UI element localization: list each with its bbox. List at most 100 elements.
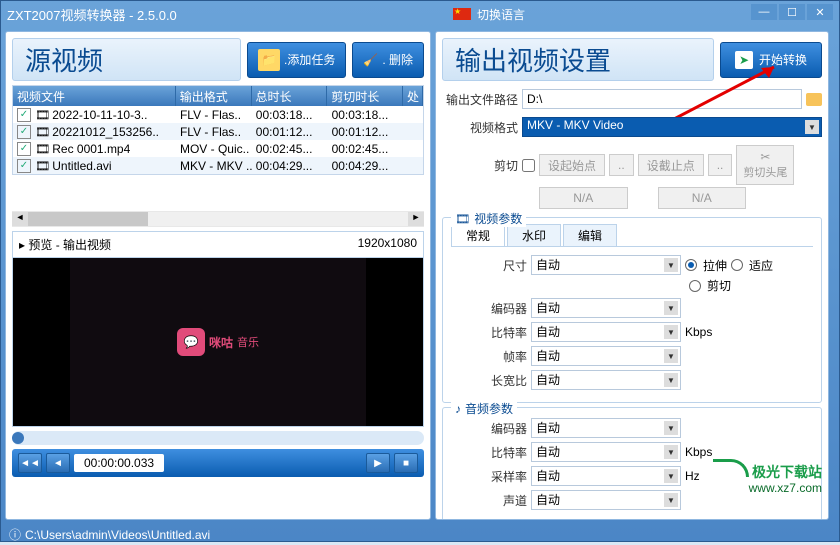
language-switch[interactable]: 切换语言	[453, 6, 525, 23]
source-video-panel: 源视频 📁 .添加任务 🧹 . 删除 视频文件 输出格式 总时长 剪切时长 处	[5, 31, 431, 520]
stretch-radio[interactable]	[685, 259, 697, 271]
row-checkbox[interactable]: ✓	[17, 142, 31, 156]
encoder-label: 编码器	[451, 300, 527, 317]
video-params-group: 🎞视频参数 常规 水印 编辑 尺寸 自动▼ 拉伸 适应 剪切 编码器自动▼ 比特…	[442, 217, 822, 403]
table-row[interactable]: ✓🎞 20221012_153256..FLV - Flas..00:01:12…	[13, 123, 423, 140]
dots2[interactable]: ..	[708, 154, 733, 176]
browse-folder-icon[interactable]	[806, 93, 822, 106]
scissors-icon: ✂	[760, 150, 770, 164]
video-format-select[interactable]: MKV - MKV Video ▼	[522, 117, 822, 137]
stop-button[interactable]: ■	[394, 453, 418, 473]
crop-radio[interactable]	[689, 280, 701, 292]
add-task-label: .添加任务	[284, 51, 335, 68]
fit-radio[interactable]	[731, 259, 743, 271]
titlebar: ZXT2007视频转换器 - 2.5.0.0 切换语言 — ☐ ✕	[1, 1, 839, 27]
table-row[interactable]: ✓🎞 Untitled.aviMKV - MKV ..00:04:29...00…	[13, 157, 423, 174]
preview-resolution: 1920x1080	[358, 236, 417, 253]
film-icon: 🎞	[35, 142, 50, 156]
tab-edit[interactable]: 编辑	[563, 224, 617, 246]
player-controls: ◄◄ ◄ 00:00:00.033 ▶ ■	[12, 449, 424, 477]
col-duration[interactable]: 总时长	[252, 86, 328, 106]
col-cut[interactable]: 剪切时长	[327, 86, 403, 106]
folder-plus-icon: 📁	[258, 49, 280, 71]
cut-checkbox[interactable]	[522, 159, 535, 172]
dots1[interactable]: ..	[609, 154, 634, 176]
output-title: 输出视频设置	[442, 38, 714, 81]
sample-select[interactable]: 自动▼	[531, 466, 681, 486]
col-file[interactable]: 视频文件	[13, 86, 176, 106]
col-proc[interactable]: 处	[403, 86, 423, 106]
a-bitrate-select[interactable]: 自动▼	[531, 442, 681, 462]
bitrate-label: 比特率	[451, 324, 527, 341]
start-na: N/A	[539, 187, 628, 209]
app-title: ZXT2007视频转换器 - 2.5.0.0	[7, 5, 177, 24]
note-icon: ♪	[455, 402, 461, 416]
convert-icon: ➤	[735, 51, 753, 69]
horizontal-scrollbar[interactable]: ◄ ►	[12, 211, 424, 227]
aspect-label: 长宽比	[451, 372, 527, 389]
fps-select[interactable]: 自动▼	[531, 346, 681, 366]
chevron-down-icon: ▼	[805, 120, 819, 134]
film-icon: 🎞	[35, 125, 50, 139]
out-path-input[interactable]	[522, 89, 802, 109]
source-title: 源视频	[12, 38, 241, 81]
out-path-label: 输出文件路径	[442, 91, 518, 108]
size-label: 尺寸	[451, 257, 527, 274]
set-start-button[interactable]: 设起始点	[539, 154, 605, 176]
a-encoder-label: 编码器	[451, 420, 527, 437]
col-format[interactable]: 输出格式	[176, 86, 252, 106]
a-bitrate-label: 比特率	[451, 444, 527, 461]
channel-label: 声道	[451, 492, 527, 509]
scroll-right-arrow[interactable]: ►	[408, 212, 424, 226]
seek-thumb[interactable]	[12, 432, 24, 444]
encoder-select[interactable]: 自动▼	[531, 298, 681, 318]
scroll-thumb[interactable]	[28, 212, 148, 226]
close-button[interactable]: ✕	[807, 4, 833, 20]
fps-label: 帧率	[451, 348, 527, 365]
bitrate-select[interactable]: 自动▼	[531, 322, 681, 342]
cut-ends-button[interactable]: ✂ 剪切头尾	[736, 145, 794, 185]
add-task-button[interactable]: 📁 .添加任务	[247, 42, 346, 78]
play-button[interactable]: ▶	[366, 453, 390, 473]
broom-icon: 🧹	[363, 53, 378, 67]
aspect-select[interactable]: 自动▼	[531, 370, 681, 390]
set-end-button[interactable]: 设截止点	[638, 154, 704, 176]
cut-label: 剪切	[442, 157, 518, 174]
delete-label: . 删除	[382, 51, 413, 68]
seek-bar[interactable]	[12, 431, 424, 445]
status-path: C:\Users\admin\Videos\Untitled.avi	[25, 528, 210, 542]
table-row[interactable]: ✓🎞 Rec 0001.mp4MOV - Quic..00:02:45...00…	[13, 140, 423, 157]
table-row[interactable]: ✓🎞 2022-10-11-10-3..FLV - Flas..00:03:18…	[13, 106, 423, 123]
start-label: 开始转换	[759, 51, 807, 68]
film-icon: 🎞	[455, 212, 470, 226]
tab-general[interactable]: 常规	[451, 224, 505, 246]
migu-logo: 💬 咪咕 音乐	[177, 328, 259, 356]
film-icon: 🎞	[35, 159, 50, 173]
sample-label: 采样率	[451, 468, 527, 485]
time-display: 00:00:00.033	[74, 454, 164, 472]
row-checkbox[interactable]: ✓	[17, 125, 31, 139]
row-checkbox[interactable]: ✓	[17, 108, 31, 122]
row-checkbox[interactable]: ✓	[17, 159, 31, 173]
info-icon: ⓘ	[9, 526, 21, 543]
table-header: 视频文件 输出格式 总时长 剪切时长 处	[13, 86, 423, 106]
chat-icon: 💬	[177, 328, 205, 356]
maximize-button[interactable]: ☐	[779, 4, 805, 20]
film-icon: 🎞	[35, 108, 50, 122]
tab-watermark[interactable]: 水印	[507, 224, 561, 246]
a-encoder-select[interactable]: 自动▼	[531, 418, 681, 438]
start-convert-button[interactable]: ➤ 开始转换	[720, 42, 822, 78]
flag-icon	[453, 8, 471, 20]
step-back-button[interactable]: ◄	[46, 453, 70, 473]
preview-header: ▸ 预览 - 输出视频 1920x1080	[12, 231, 424, 257]
video-format-label: 视频格式	[442, 119, 518, 136]
minimize-button[interactable]: —	[751, 4, 777, 20]
file-table: 视频文件 输出格式 总时长 剪切时长 处 ✓🎞 2022-10-11-10-3.…	[12, 85, 424, 175]
prev-button[interactable]: ◄◄	[18, 453, 42, 473]
scroll-left-arrow[interactable]: ◄	[12, 212, 28, 226]
size-select[interactable]: 自动▼	[531, 255, 681, 275]
channel-select[interactable]: 自动▼	[531, 490, 681, 510]
language-label: 切换语言	[477, 6, 525, 23]
delete-button[interactable]: 🧹 . 删除	[352, 42, 424, 78]
preview-label: ▸ 预览 - 输出视频	[19, 236, 111, 253]
